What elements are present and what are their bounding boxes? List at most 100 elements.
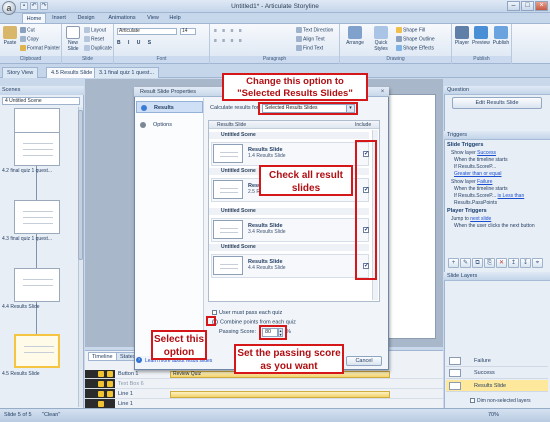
annotation-check-all: Check all result slides (259, 165, 353, 196)
eye-icon[interactable] (98, 381, 104, 387)
tab-timeline[interactable]: Timeline (88, 352, 117, 361)
lock-icon[interactable] (107, 381, 113, 387)
paragraph-group: ≡ ≡ ≡ ≡ ≡ ≡ ≡ ≡ Text Direction Align Tex… (210, 24, 340, 64)
timeline-bar[interactable] (170, 391, 390, 398)
slide-thumbnail[interactable] (14, 132, 60, 166)
new-slide-icon (66, 26, 80, 39)
copy-button[interactable]: Copy (20, 36, 39, 42)
zoom-level: 70% (488, 412, 500, 418)
new-slide-button[interactable]: New Slide (64, 26, 82, 52)
slide-subtitle: 1.4 Results Slide (248, 153, 286, 159)
delete-trigger-icon[interactable]: ✕ (496, 258, 507, 268)
timeline-object-name: Text Box 6 (118, 381, 144, 387)
add-trigger-icon[interactable]: + (448, 258, 459, 268)
trigger-link[interactable]: Greater than or equal (454, 171, 502, 177)
slide-preview (213, 180, 243, 199)
minimize-button[interactable]: – (507, 1, 520, 11)
font-format-buttons[interactable]: B I U S (117, 40, 154, 46)
annotation-set-passing: Set the passing score as you want (234, 344, 344, 374)
results-icon (141, 105, 147, 111)
redo-icon[interactable]: ↷ (40, 2, 48, 10)
move-down-icon[interactable]: ↧ (520, 258, 531, 268)
edit-trigger-icon[interactable]: ✎ (460, 258, 471, 268)
eye-icon[interactable] (98, 401, 104, 407)
trigger-item[interactable]: Show layer Failure (451, 179, 492, 185)
text-direction-button[interactable]: Text Direction (296, 27, 333, 33)
tab-view[interactable]: View (144, 13, 162, 23)
dialog-close-button[interactable]: × (378, 88, 387, 96)
tab-insert[interactable]: Insert (48, 13, 70, 23)
maximize-button[interactable]: □ (521, 1, 534, 11)
duplicate-button[interactable]: Duplicate (84, 45, 112, 51)
theme-name: "Clean" (42, 412, 61, 418)
find-text-button[interactable]: Find Text (296, 45, 323, 51)
layer-item[interactable]: Success (446, 367, 548, 379)
slide-thumbnail[interactable] (14, 268, 60, 302)
shape-outline-button[interactable]: Shape Outline (396, 36, 435, 42)
layout-button[interactable]: Layout (84, 27, 106, 33)
alignment-buttons[interactable]: ≡ ≡ ≡ ≡ (214, 38, 244, 44)
publish-button[interactable]: Publish (491, 26, 511, 46)
tab-story-view[interactable]: Story View (2, 67, 39, 78)
tab-home[interactable]: Home (22, 13, 46, 23)
tab-final-quiz[interactable]: 3.1 final quiz 1 quest... (94, 67, 160, 78)
cancel-button[interactable]: Cancel (346, 356, 382, 366)
trigger-item[interactable]: Jump to next slide (451, 216, 491, 222)
reset-button[interactable]: Reset (84, 36, 104, 42)
must-pass-checkbox[interactable] (212, 310, 217, 316)
paragraph-group-label: Paragraph (210, 56, 339, 63)
arrange-button[interactable]: Arrange (344, 26, 366, 46)
dim-layers-checkbox[interactable] (470, 398, 475, 404)
font-size-select[interactable]: 14 (180, 28, 196, 35)
scissors-icon (20, 27, 26, 33)
slide-thumbnail-selected[interactable] (14, 334, 60, 368)
dim-layers-option[interactable]: Dim non-selected layers (470, 398, 531, 404)
close-window-button[interactable]: × (535, 1, 548, 11)
trigger-link[interactable]: Success (477, 150, 496, 156)
slide-thumbnail[interactable] (14, 200, 60, 234)
layer-item-selected[interactable]: Results Slide (446, 380, 548, 392)
app-menu-button[interactable]: a (2, 1, 16, 15)
lock-icon[interactable] (107, 371, 113, 377)
cut-button[interactable]: Cut (20, 27, 35, 33)
paste-trigger-icon[interactable]: ⎘ (484, 258, 495, 268)
paste-button[interactable]: Paste (2, 26, 18, 46)
layer-item[interactable]: Failure (446, 355, 548, 367)
player-button[interactable]: Player (453, 26, 471, 46)
scenes-scrollbar-thumb[interactable] (78, 110, 83, 260)
nav-results[interactable]: Results (136, 101, 203, 113)
tab-animations[interactable]: Animations (104, 13, 140, 23)
gear-icon (140, 122, 146, 128)
edit-results-slide-button[interactable]: Edit Results Slide (452, 97, 542, 109)
triggers-panel-header: Triggers (444, 131, 550, 140)
must-pass-option[interactable]: User must pass each quiz (212, 310, 282, 316)
undo-icon[interactable]: ↶ (30, 2, 38, 10)
trigger-condition: If Results.ScoreP... (454, 164, 497, 170)
nav-options[interactable]: Options (136, 119, 203, 131)
trigger-link[interactable]: next slide (470, 216, 491, 222)
move-up-icon[interactable]: ↥ (508, 258, 519, 268)
shape-fill-button[interactable]: Shape Fill (396, 27, 425, 33)
shape-effects-button[interactable]: Shape Effects (396, 45, 434, 51)
trigger-item[interactable]: Show layer Success (451, 150, 496, 156)
help-icon[interactable]: ? (136, 357, 142, 363)
tab-design[interactable]: Design (74, 13, 98, 23)
scene-select[interactable]: 4 Untitled Scene (2, 97, 80, 105)
eye-icon[interactable] (98, 391, 104, 397)
tab-help[interactable]: Help (166, 13, 184, 23)
format-painter-button[interactable]: Format Painter (20, 45, 60, 51)
lock-icon[interactable] (107, 391, 113, 397)
variables-icon[interactable]: ⌖ (532, 258, 543, 268)
preview-button[interactable]: Preview (472, 26, 490, 46)
copy-trigger-icon[interactable]: ⧉ (472, 258, 483, 268)
quick-styles-button[interactable]: Quick Styles (370, 26, 392, 52)
eye-icon[interactable] (98, 371, 104, 377)
trigger-link[interactable]: is Less than (498, 193, 525, 199)
trigger-condition: When the user clicks the next button (454, 223, 535, 229)
font-name-select[interactable]: Articulate (117, 28, 177, 35)
tab-results-slide[interactable]: 4.5 Results Slide (46, 67, 98, 78)
trigger-link[interactable]: Failure (477, 179, 492, 185)
align-text-button[interactable]: Align Text (296, 36, 325, 42)
list-buttons[interactable]: ≡ ≡ ≡ ≡ (214, 28, 244, 34)
save-icon[interactable]: ▪ (20, 2, 28, 10)
